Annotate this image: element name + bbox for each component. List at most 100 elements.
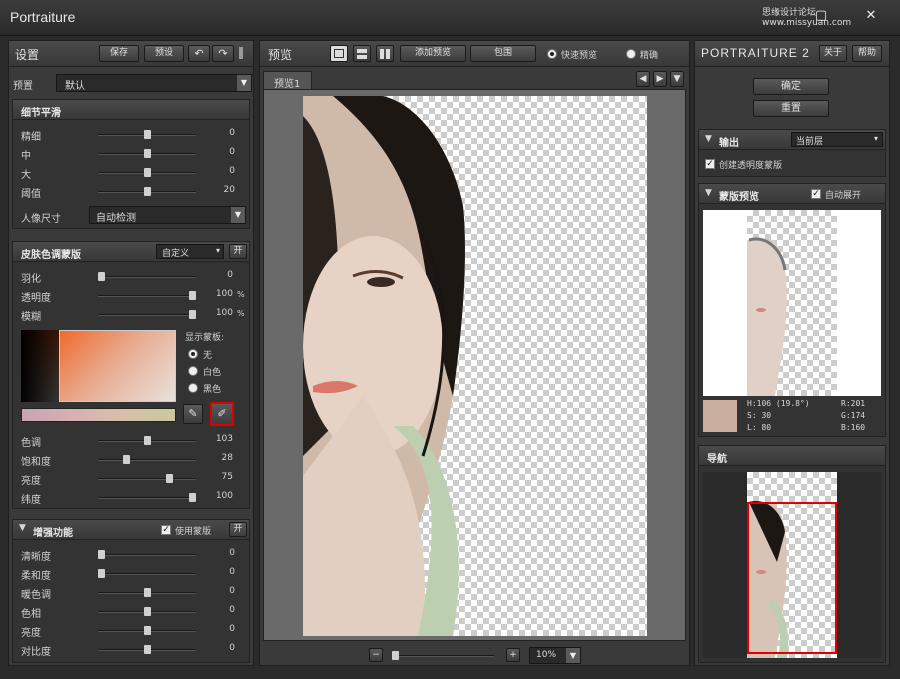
reset-button[interactable]: 重置 [753, 100, 829, 117]
preset-select[interactable]: 默认 ▼ [56, 74, 252, 92]
fast-preview-label: 快速预览 [561, 51, 598, 61]
skin-mask-section: 皮肤色调蒙版 自定义 ▾ 开 羽化 0 透明度 100% 模糊 100% 显示蒙板: 无 … [12, 241, 250, 509]
about-button[interactable]: 关于 [819, 45, 847, 62]
slider-knob[interactable] [144, 645, 151, 654]
slider-track[interactable] [98, 291, 196, 300]
output-select[interactable]: 当前层 ▾ [791, 132, 883, 147]
mask-white-radio[interactable] [188, 366, 198, 376]
redo-icon[interactable]: ↷ [212, 45, 234, 62]
skin-toggle-button[interactable]: 开 [229, 244, 247, 259]
slider-knob[interactable] [144, 130, 151, 139]
split-horizontal-icon[interactable] [353, 45, 371, 62]
help-button[interactable]: 帮助 [852, 45, 882, 62]
ok-button[interactable]: 确定 [753, 78, 829, 95]
zoom-slider[interactable] [392, 651, 494, 660]
slider-track[interactable] [98, 626, 196, 635]
slider-value: 103 [215, 434, 233, 444]
panel-menu-icon[interactable] [239, 47, 247, 59]
collapse-triangle-icon[interactable]: ▼ [19, 523, 26, 533]
slider-knob[interactable] [144, 187, 151, 196]
mask-preview-image[interactable] [703, 210, 881, 396]
bracket-button[interactable]: 包围 [470, 45, 536, 62]
slider-track[interactable] [98, 149, 196, 158]
slider-track[interactable] [98, 455, 196, 464]
slider-label: 精细 [21, 132, 41, 143]
mask-portrait-thumb [747, 237, 787, 396]
fast-preview-radio[interactable] [547, 49, 557, 59]
accurate-radio[interactable] [626, 49, 636, 59]
slider-track[interactable] [98, 436, 196, 445]
zoom-slider-knob[interactable] [392, 651, 399, 660]
slider-knob[interactable] [189, 493, 196, 502]
slider-knob[interactable] [144, 588, 151, 597]
slider-track[interactable] [98, 474, 196, 483]
detail-smoothing-section: 细节平滑 精细 0 中 0 大 0 阈值 20 人像尺寸 自动检测 ▼ [12, 99, 250, 229]
mask-none-radio[interactable] [188, 349, 198, 359]
tab-preview1[interactable]: 预览1 [263, 71, 312, 90]
slider-knob[interactable] [189, 291, 196, 300]
skin-mode-select[interactable]: 自定义 ▾ [156, 244, 224, 259]
navigator-viewport-frame[interactable] [747, 502, 837, 654]
slider-knob[interactable] [144, 149, 151, 158]
mask-black-radio[interactable] [188, 383, 198, 393]
portrait-size-select[interactable]: 自动检测 ▼ [89, 206, 246, 224]
slider-knob[interactable] [98, 550, 105, 559]
slider-knob[interactable] [144, 626, 151, 635]
single-view-icon[interactable] [330, 45, 348, 62]
slider-track[interactable] [98, 187, 196, 196]
slider-knob[interactable] [98, 272, 105, 281]
slider-track[interactable] [98, 130, 196, 139]
slider-knob[interactable] [144, 607, 151, 616]
slider-track[interactable] [98, 588, 196, 597]
add-preview-button[interactable]: 添加预览 [400, 45, 466, 62]
settings-panel: 设置 保存 预设 ↶ ↷ 预置 默认 ▼ 细节平滑 精细 0 中 0 大 0 阈值 20 人像… [8, 40, 254, 666]
slider-value: 0 [229, 548, 235, 558]
slider-track[interactable] [98, 310, 196, 319]
slider-knob[interactable] [98, 569, 105, 578]
mask-preview-title: 蒙版预览 [719, 192, 759, 203]
undo-icon[interactable]: ↶ [188, 45, 210, 62]
restore-icon[interactable]: ▢ [812, 8, 830, 24]
slider-track[interactable] [98, 550, 196, 559]
auto-expand-checkbox[interactable]: ✓ [811, 189, 821, 199]
color-selection-box[interactable] [59, 330, 176, 402]
navigator-view[interactable] [703, 472, 881, 658]
slider-knob[interactable] [144, 168, 151, 177]
zoom-select[interactable]: 10% ▼ [529, 647, 581, 664]
brand-header: PORTRAITURE 2 关于 帮助 [695, 41, 889, 67]
slider-track[interactable] [98, 168, 196, 177]
collapse-triangle-icon[interactable]: ▼ [705, 188, 712, 198]
save-button[interactable]: 保存 [99, 45, 139, 62]
use-mask-checkbox[interactable]: ✓ [161, 525, 171, 535]
color-field[interactable] [21, 330, 176, 402]
preset-button[interactable]: 预设 [144, 45, 184, 62]
tab-next-icon[interactable]: ▶ [653, 71, 667, 87]
preview-canvas[interactable] [263, 89, 686, 641]
create-mask-checkbox[interactable]: ✓ [705, 159, 715, 169]
slider-knob[interactable] [144, 436, 151, 445]
eyedropper-icon[interactable]: ✎ [183, 404, 203, 424]
close-icon[interactable]: ✕ [862, 8, 880, 24]
tab-menu-icon[interactable]: ▼ [670, 71, 684, 87]
slider-track[interactable] [98, 272, 196, 281]
slider-track[interactable] [98, 645, 196, 654]
slider-knob[interactable] [166, 474, 173, 483]
slider-value: 0 [229, 605, 235, 615]
use-mask-label: 使用蒙版 [175, 527, 212, 537]
zoom-in-button[interactable]: + [506, 648, 520, 662]
split-vertical-icon[interactable] [376, 45, 394, 62]
collapse-triangle-icon[interactable]: ▼ [705, 134, 712, 144]
tab-prev-icon[interactable]: ◀ [636, 71, 650, 87]
eyedropper-plus-icon[interactable]: ✐ [210, 402, 234, 426]
chevron-down-icon: ▼ [237, 75, 251, 91]
slider-knob[interactable] [189, 310, 196, 319]
slider-value: 0 [229, 624, 235, 634]
slider-track[interactable] [98, 569, 196, 578]
enhance-section: ▼ 增强功能 ✓ 使用蒙版 开 清晰度 0 柔和度 0 暖色调 0 色相 0 亮度 0 对比度 0 [12, 519, 250, 663]
slider-knob[interactable] [123, 455, 130, 464]
enhance-toggle-button[interactable]: 开 [229, 522, 247, 537]
zoom-out-button[interactable]: − [369, 648, 383, 662]
hue-strip[interactable] [21, 408, 176, 422]
slider-track[interactable] [98, 493, 196, 502]
slider-track[interactable] [98, 607, 196, 616]
